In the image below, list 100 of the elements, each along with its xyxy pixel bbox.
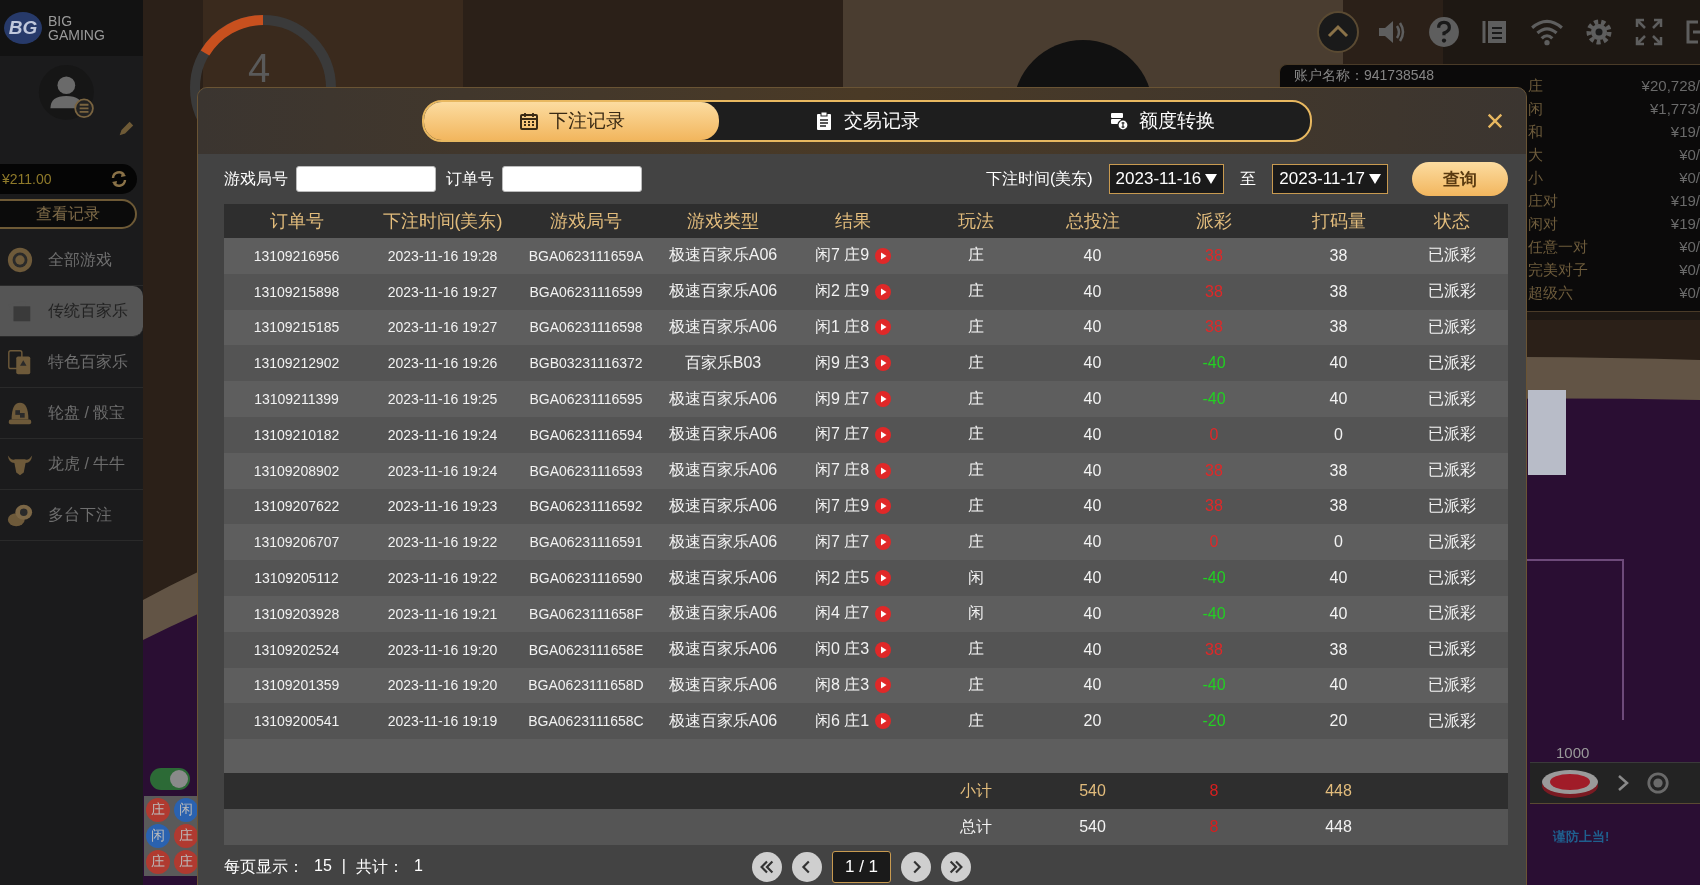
column-header: 玩法: [956, 210, 995, 233]
date-select[interactable]: 2023-11-17: [1272, 164, 1388, 194]
play-icon[interactable]: [875, 391, 892, 408]
caret-icon: [1205, 174, 1218, 184]
table-cell-text: 38: [1204, 246, 1224, 265]
play-icon[interactable]: [875, 498, 892, 515]
tab[interactable]: 额度转换: [1014, 102, 1310, 140]
limit-label: 完美对子: [1528, 261, 1588, 280]
play-icon[interactable]: [875, 534, 892, 551]
logo-text: GAMING: [48, 28, 105, 42]
chevron-right-icon[interactable]: [1616, 773, 1630, 793]
next-page-button[interactable]: [901, 852, 932, 883]
bead: 闲: [174, 798, 198, 822]
menu-item[interactable]: 多台下注: [0, 490, 143, 541]
table-cell-text: 极速百家乐A06: [667, 674, 779, 695]
table-cell-text: BGA06231116592: [528, 498, 644, 515]
play-icon[interactable]: [875, 605, 892, 622]
table-cell-text: 13109207622: [252, 498, 341, 515]
limit-value: ¥0/: [1679, 261, 1700, 280]
column-header: 游戏类型: [686, 210, 760, 233]
play-icon[interactable]: [875, 283, 892, 300]
round-number-field[interactable]: [296, 166, 436, 192]
table-cell-text: 13109202524: [252, 641, 341, 658]
table-cell-text: 闲9 庄3: [814, 352, 870, 373]
table-cell-text: BGA06231116593: [528, 462, 644, 479]
table-cell-text: 0: [1208, 533, 1220, 552]
table-cell-text: 13109215898: [252, 283, 341, 300]
table-cell-text: 40: [1082, 318, 1103, 337]
table-cell-text: 13109215185: [252, 319, 341, 336]
column-header: 状态: [1433, 210, 1471, 233]
table-cell-text: 闲4 庄7: [814, 603, 870, 624]
total-count-label: 共计：: [355, 856, 404, 877]
query-button[interactable]: 查询: [1412, 162, 1508, 196]
table-cell-text: BGA06231116594: [528, 426, 644, 443]
settings-icon[interactable]: [1584, 17, 1614, 47]
play-icon[interactable]: [875, 713, 892, 730]
play-icon[interactable]: [875, 641, 892, 658]
tab[interactable]: 交易记录: [719, 102, 1015, 140]
table-cell-text: 38: [1328, 246, 1349, 265]
table-cell-text: BGA0623111658F: [528, 605, 644, 622]
column-header: 派彩: [1195, 210, 1233, 233]
table-cell-text: 极速百家乐A06: [667, 639, 779, 660]
table-cell-text: 闲8 庄3: [814, 674, 870, 695]
table-cell-text: 2023-11-16 19:20: [386, 641, 499, 658]
table-cell-text: 2023-11-16 19:21: [386, 605, 499, 622]
table-cell-text: 13109216956: [252, 247, 341, 264]
table-cell-text: 40: [1082, 569, 1103, 588]
table-cell-text: 448: [1324, 782, 1353, 801]
limit-label: 闲对: [1528, 215, 1558, 234]
table-cell-text: 庄: [966, 460, 985, 481]
refresh-icon[interactable]: [109, 169, 129, 189]
table-cell-text: 已派彩: [1427, 495, 1477, 516]
play-icon[interactable]: [875, 426, 892, 443]
table-cell-text: 2023-11-16 19:26: [386, 355, 499, 372]
table-cell-text: 0: [1333, 425, 1344, 444]
table-cell-text: 极速百家乐A06: [667, 495, 779, 516]
chevron-up-icon[interactable]: [1316, 10, 1360, 54]
range-separator: 至: [1240, 168, 1257, 189]
play-icon[interactable]: [875, 462, 892, 479]
menu-item[interactable]: 轮盘 / 骰宝: [0, 388, 143, 439]
summary-label: 总计: [958, 816, 993, 837]
fullscreen-icon[interactable]: [1634, 17, 1664, 47]
bead: 庄: [174, 850, 198, 874]
settings-icon[interactable]: [1646, 771, 1670, 795]
play-icon[interactable]: [875, 570, 892, 587]
toggle-switch[interactable]: [150, 768, 190, 790]
table-cell-text: 百家乐B03: [683, 352, 763, 373]
table-cell-text: 2023-11-16 19:27: [386, 319, 499, 336]
limit-label: 庄对: [1528, 192, 1558, 211]
close-icon[interactable]: [1486, 112, 1504, 130]
table-cell-text: 13109203928: [252, 605, 341, 622]
last-page-button[interactable]: [941, 852, 972, 883]
table-cell-text: 13109211399: [253, 391, 340, 408]
play-icon[interactable]: [875, 319, 892, 336]
play-icon[interactable]: [875, 247, 892, 264]
table-cell-text: 38: [1204, 461, 1224, 480]
order-number-field[interactable]: [502, 166, 642, 192]
pencil-icon[interactable]: [117, 120, 135, 138]
warning-link[interactable]: 谨防上当!: [1553, 828, 1610, 846]
table-cell-text: 已派彩: [1427, 388, 1477, 409]
help-icon[interactable]: [1428, 16, 1460, 48]
table-cell-text: 40: [1082, 676, 1103, 695]
bead: 闲: [146, 824, 170, 848]
wifi-icon[interactable]: [1530, 17, 1564, 47]
account-name: 账户名称：941738548: [1294, 67, 1436, 83]
summary-label: 小计: [958, 780, 993, 801]
table-cell-text: 2023-11-16 19:22: [386, 534, 499, 551]
date-select[interactable]: 2023-11-16: [1108, 164, 1225, 194]
table-cell-text: -40: [1201, 354, 1227, 373]
table-cell-text: 闲7 庄7: [814, 531, 870, 552]
play-icon[interactable]: [875, 355, 892, 372]
view-records-button[interactable]: 查看记录: [0, 199, 137, 229]
tab[interactable]: 下注记录: [424, 102, 720, 140]
table-cell-text: 540: [1078, 782, 1107, 801]
previous-page-button[interactable]: [792, 852, 822, 883]
first-page-button[interactable]: [752, 852, 782, 883]
chip-value: 1000: [1556, 744, 1590, 761]
menu-item[interactable]: 特色百家乐: [0, 337, 143, 388]
table-cell-text: 极速百家乐A06: [667, 317, 779, 337]
play-icon[interactable]: [875, 677, 892, 694]
